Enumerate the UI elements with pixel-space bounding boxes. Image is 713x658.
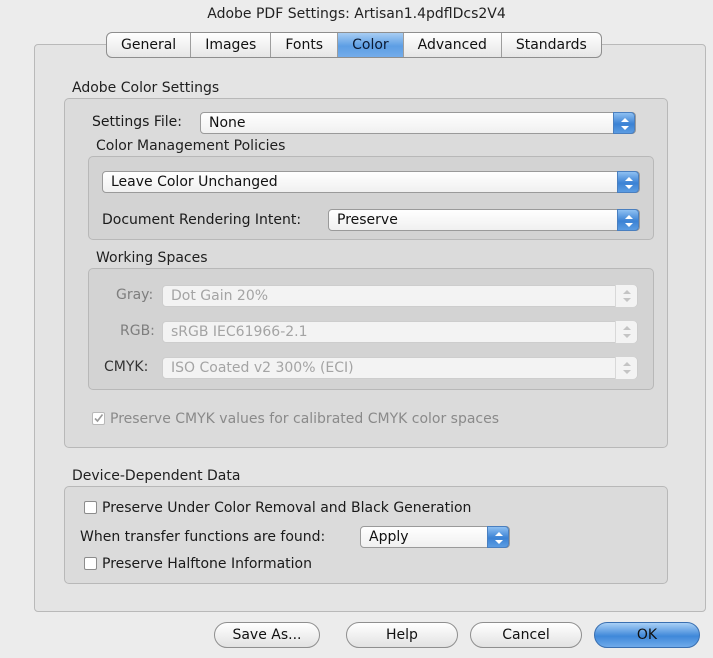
ucr-checkbox[interactable]: Preserve Under Color Removal and Black G…	[84, 500, 471, 516]
ok-button[interactable]: OK	[594, 622, 700, 648]
tab-general[interactable]: General	[107, 33, 192, 57]
halftone-label: Preserve Halftone Information	[102, 556, 312, 572]
tab-color[interactable]: Color	[338, 33, 404, 57]
checkbox-icon	[84, 557, 97, 570]
popup-arrows-icon	[617, 209, 639, 231]
popup-arrows-icon	[615, 321, 637, 343]
transfer-label: When transfer functions are found:	[80, 529, 326, 545]
rgb-popup[interactable]: sRGB IEC61966-2.1	[162, 321, 638, 343]
tab-bar: General Images Fonts Color Advanced Stan…	[106, 32, 602, 58]
preserve-cmyk-label: Preserve CMYK values for calibrated CMYK…	[110, 411, 500, 427]
rendering-intent-value: Preserve	[337, 212, 398, 228]
device-data-group-label: Device-Dependent Data	[72, 468, 241, 484]
preserve-cmyk-checkbox[interactable]: Preserve CMYK values for calibrated CMYK…	[92, 411, 499, 427]
popup-arrows-icon	[615, 357, 637, 379]
cancel-button[interactable]: Cancel	[470, 622, 582, 648]
cmyk-value: ISO Coated v2 300% (ECI)	[171, 360, 354, 376]
save-as-button[interactable]: Save As...	[214, 622, 320, 648]
color-settings-group-label: Adobe Color Settings	[72, 80, 220, 96]
popup-arrows-icon	[487, 526, 509, 548]
checkbox-checked-icon	[92, 412, 105, 425]
tab-images[interactable]: Images	[191, 33, 272, 57]
color-policy-value: Leave Color Unchanged	[111, 174, 278, 190]
tab-advanced[interactable]: Advanced	[404, 33, 502, 57]
help-button[interactable]: Help	[346, 622, 458, 648]
halftone-checkbox[interactable]: Preserve Halftone Information	[84, 556, 312, 572]
popup-arrows-icon	[617, 171, 639, 193]
cmyk-popup[interactable]: ISO Coated v2 300% (ECI)	[162, 357, 638, 379]
popup-arrows-icon	[615, 285, 637, 307]
cmyk-label: CMYK:	[104, 359, 149, 375]
checkbox-icon	[84, 501, 97, 514]
rendering-intent-popup[interactable]: Preserve	[328, 209, 640, 231]
transfer-value: Apply	[369, 529, 409, 545]
tab-fonts[interactable]: Fonts	[271, 33, 339, 57]
color-policy-popup[interactable]: Leave Color Unchanged	[102, 171, 640, 193]
gray-value: Dot Gain 20%	[171, 288, 269, 304]
ucr-label: Preserve Under Color Removal and Black G…	[102, 500, 472, 516]
window-title: Adobe PDF Settings: Artisan1.4pdflDcs2V4	[207, 6, 506, 22]
settings-file-label: Settings File:	[92, 114, 183, 130]
settings-file-value: None	[209, 115, 246, 131]
gray-label: Gray:	[116, 287, 154, 303]
rgb-value: sRGB IEC61966-2.1	[171, 324, 308, 340]
policies-group-label: Color Management Policies	[96, 138, 286, 154]
working-spaces-group-label: Working Spaces	[96, 250, 208, 266]
popup-arrows-icon	[613, 112, 635, 134]
transfer-popup[interactable]: Apply	[360, 526, 510, 548]
tab-standards[interactable]: Standards	[502, 33, 601, 57]
settings-file-popup[interactable]: None	[200, 112, 636, 134]
rendering-intent-label: Document Rendering Intent:	[102, 212, 302, 228]
gray-popup[interactable]: Dot Gain 20%	[162, 285, 638, 307]
rgb-label: RGB:	[120, 323, 155, 339]
